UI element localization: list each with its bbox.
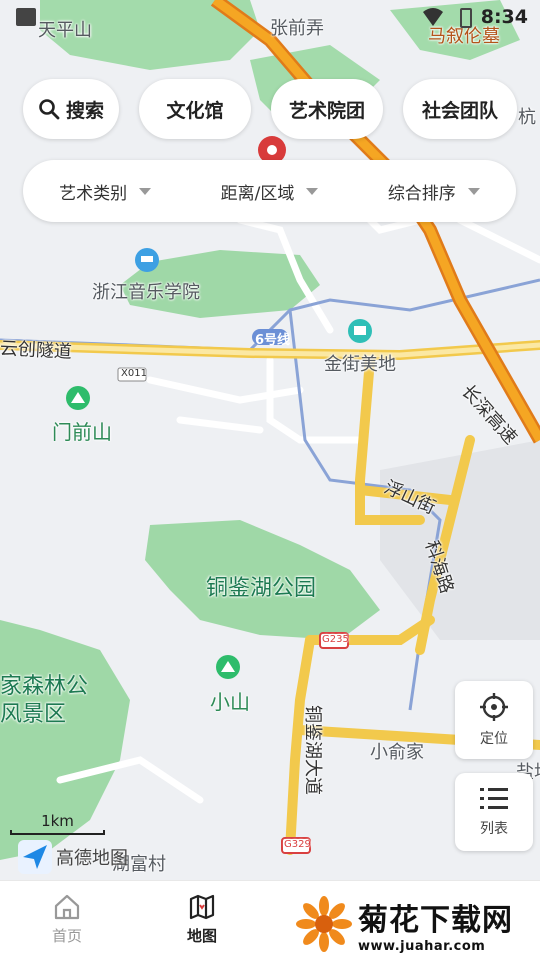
map-icon bbox=[189, 894, 215, 920]
locate-label: 定位 bbox=[480, 731, 508, 747]
filter-art-category-label: 艺术类别 bbox=[59, 183, 128, 204]
search-label: 搜索 bbox=[65, 99, 104, 122]
label-g235: G235 bbox=[322, 634, 349, 645]
home-icon bbox=[54, 894, 80, 920]
label-x011: X011 bbox=[121, 368, 147, 379]
label-zhejiang-music: 浙江音乐学院 bbox=[92, 282, 200, 303]
tab-culture-center[interactable]: 文化馆 bbox=[139, 79, 251, 139]
filter-distance-area[interactable]: 距离/区域 bbox=[187, 179, 351, 204]
label-scenic-area: 风景区 bbox=[0, 702, 67, 727]
label-tongjianhu-park: 铜鉴湖公园 bbox=[206, 576, 317, 601]
tab-art-troupe[interactable]: 艺术院团 bbox=[271, 79, 383, 139]
locate-button[interactable]: 定位 bbox=[455, 681, 533, 759]
filter-art-category[interactable]: 艺术类别 bbox=[23, 179, 187, 204]
filter-bar: 艺术类别 距离/区域 综合排序 bbox=[23, 160, 516, 222]
amap-logo-icon bbox=[18, 840, 52, 874]
nav-map[interactable]: 地图 bbox=[162, 893, 242, 946]
label-hang: 杭 bbox=[518, 107, 536, 128]
jinjie-pin bbox=[348, 319, 372, 343]
mountain-pin-menqian bbox=[66, 386, 90, 410]
filter-sort[interactable]: 综合排序 bbox=[352, 179, 516, 204]
search-button[interactable]: 搜索 bbox=[23, 79, 119, 139]
list-icon bbox=[480, 788, 508, 809]
label-line6: 6号线 bbox=[255, 333, 291, 348]
amap-brand: 高德地图 bbox=[18, 840, 128, 874]
nav-home-label: 首页 bbox=[51, 927, 82, 945]
gallery-icon bbox=[16, 8, 36, 26]
status-time: 8:34 bbox=[480, 6, 528, 28]
chevron-down-icon bbox=[139, 187, 152, 195]
chevron-down-icon bbox=[467, 187, 480, 195]
filter-distance-area-label: 距离/区域 bbox=[220, 183, 295, 204]
amap-brand-name: 高德地图 bbox=[56, 848, 128, 869]
search-icon bbox=[39, 99, 60, 120]
scale-text: 1km bbox=[41, 812, 74, 830]
music-school-pin bbox=[135, 248, 159, 272]
watermark-title: 菊花下载网 bbox=[358, 902, 513, 938]
watermark-url: www.juahar.com bbox=[358, 938, 486, 954]
chrysanthemum-logo-icon bbox=[296, 896, 352, 952]
list-label: 列表 bbox=[480, 821, 508, 837]
filter-sort-label: 综合排序 bbox=[387, 183, 456, 204]
label-tongjianhu-avenue: 铜鉴湖大道 bbox=[302, 705, 323, 795]
scale-bar bbox=[10, 830, 105, 835]
tab-social-team[interactable]: 社会团队 bbox=[403, 79, 517, 139]
tab-art-troupe-label: 艺术院团 bbox=[288, 99, 365, 122]
label-jinjie-meidi: 金街美地 bbox=[324, 354, 396, 375]
watermark: 菊花下载网 www.juahar.com bbox=[292, 888, 540, 960]
nav-map-label: 地图 bbox=[186, 927, 217, 945]
nav-home[interactable]: 首页 bbox=[27, 893, 107, 946]
mountain-pin-xiaoshan bbox=[216, 655, 240, 679]
chevron-down-icon bbox=[306, 187, 319, 195]
label-g329: G329 bbox=[284, 839, 311, 850]
wifi-icon bbox=[423, 8, 443, 26]
battery-icon bbox=[460, 8, 472, 28]
tab-social-team-label: 社会团队 bbox=[421, 99, 498, 122]
label-xiaoshan: 小山 bbox=[210, 690, 250, 714]
status-bar: 8:34 bbox=[0, 0, 540, 36]
list-button[interactable]: 列表 bbox=[455, 773, 533, 851]
label-menqianshan: 门前山 bbox=[52, 420, 112, 444]
label-yunchuang-tunnel: 云创隧道 bbox=[0, 338, 73, 363]
map-scale: 1km bbox=[10, 812, 105, 835]
label-xiaoyujia: 小俞家 bbox=[370, 742, 424, 763]
locate-icon bbox=[480, 693, 508, 721]
tab-culture-center-label: 文化馆 bbox=[166, 99, 224, 122]
